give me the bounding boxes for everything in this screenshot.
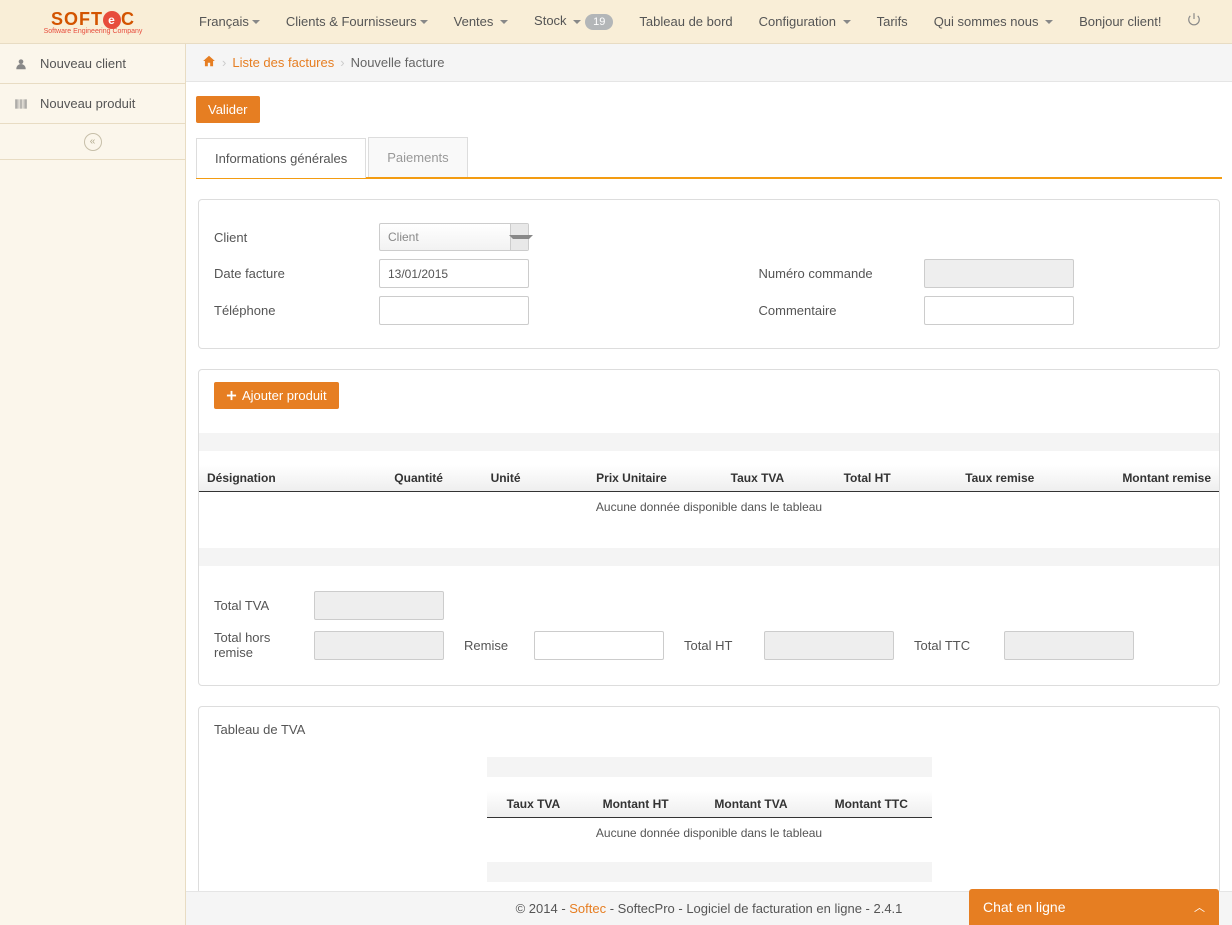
total-tva-label: Total TVA: [214, 598, 304, 613]
sidebar-nouveau-client[interactable]: Nouveau client: [0, 44, 185, 84]
col-montant-tva[interactable]: Montant TVA: [691, 791, 811, 818]
tva-title: Tableau de TVA: [199, 707, 1219, 737]
commentaire-input[interactable]: [924, 296, 1074, 325]
col-prix-unitaire[interactable]: Prix Unitaire: [529, 465, 675, 492]
col-designation[interactable]: Désignation: [199, 465, 342, 492]
nav-stock[interactable]: Stock 19: [521, 0, 626, 44]
sidebar-nouveau-produit[interactable]: Nouveau produit: [0, 84, 185, 124]
client-combobox[interactable]: Client: [379, 223, 529, 251]
products-panel: Ajouter produit Désignation Quantité Uni…: [198, 369, 1220, 686]
barcode-icon: [14, 97, 28, 111]
chat-label: Chat en ligne: [983, 899, 1066, 915]
numero-commande-label: Numéro commande: [759, 266, 924, 281]
caret-icon: [420, 20, 428, 24]
caret-icon: [843, 20, 851, 24]
total-ttc-input[interactable]: [1004, 631, 1134, 660]
total-ht-label: Total HT: [684, 638, 754, 653]
total-hors-remise-label: Total hors remise: [214, 630, 304, 660]
breadcrumb: › Liste des factures › Nouvelle facture: [186, 44, 1232, 82]
plus-icon: [226, 390, 237, 401]
main-content: › Liste des factures › Nouvelle facture …: [186, 44, 1232, 925]
sidebar: Nouveau client Nouveau produit «: [0, 44, 186, 925]
col-total-ht[interactable]: Total HT: [792, 465, 898, 492]
total-ht-input[interactable]: [764, 631, 894, 660]
remise-input[interactable]: [534, 631, 664, 660]
col-taux-tva[interactable]: Taux TVA: [675, 465, 792, 492]
col-montant-ttc[interactable]: Montant TTC: [811, 791, 931, 818]
sidebar-item-label: Nouveau produit: [40, 96, 135, 111]
client-label: Client: [214, 230, 379, 245]
products-table: Désignation Quantité Unité Prix Unitaire…: [199, 465, 1219, 522]
total-ttc-label: Total TTC: [914, 638, 994, 653]
nav-tarifs[interactable]: Tarifs: [864, 0, 921, 44]
remise-label: Remise: [464, 638, 524, 653]
logo[interactable]: SOFTeC Software Engineering Company: [0, 9, 186, 35]
nav-logout[interactable]: [1174, 0, 1214, 44]
tva-panel: Tableau de TVA Taux TVA Montant HT Monta…: [198, 706, 1220, 913]
nav-bonjour[interactable]: Bonjour client!: [1066, 0, 1174, 44]
tabs: Informations générales Paiements: [196, 137, 1222, 179]
breadcrumb-liste-factures[interactable]: Liste des factures: [232, 55, 334, 70]
date-facture-input[interactable]: [379, 259, 529, 288]
telephone-input[interactable]: [379, 296, 529, 325]
tab-informations-generales[interactable]: Informations générales: [196, 138, 366, 178]
commentaire-label: Commentaire: [759, 303, 924, 318]
nav-clients-fournisseurs[interactable]: Clients & Fournisseurs: [273, 0, 441, 44]
dropdown-icon: [510, 224, 528, 250]
logo-part2: C: [121, 9, 135, 29]
totals-section: Total TVA Total hors remise Remise Total…: [199, 566, 1219, 685]
footer-softec-link[interactable]: Softec: [569, 901, 606, 916]
nav-configuration[interactable]: Configuration: [746, 0, 864, 44]
tab-paiements[interactable]: Paiements: [368, 137, 467, 177]
nav-francais[interactable]: Français: [186, 0, 273, 44]
nav-qui-sommes-nous[interactable]: Qui sommes nous: [921, 0, 1066, 44]
col-unite[interactable]: Unité: [451, 465, 529, 492]
chevron-up-icon: ︿: [1194, 899, 1205, 915]
products-empty-row: Aucune donnée disponible dans le tableau: [199, 492, 1219, 523]
sidebar-item-label: Nouveau client: [40, 56, 126, 71]
caret-icon: [573, 20, 581, 24]
user-icon: [14, 57, 28, 71]
total-tva-input[interactable]: [314, 591, 444, 620]
form-panel: Client Client Date facture Numéro comman…: [198, 199, 1220, 349]
col-quantite[interactable]: Quantité: [342, 465, 451, 492]
col-montant-ht[interactable]: Montant HT: [580, 791, 691, 818]
telephone-label: Téléphone: [214, 303, 379, 318]
breadcrumb-sep: ›: [222, 55, 226, 70]
logo-subtitle: Software Engineering Company: [0, 28, 186, 35]
home-icon[interactable]: [202, 54, 216, 71]
valider-button[interactable]: Valider: [196, 96, 260, 123]
logo-part1: SOFT: [51, 9, 103, 29]
tva-table: Taux TVA Montant HT Montant TVA Montant …: [487, 791, 932, 848]
col-taux-tva[interactable]: Taux TVA: [487, 791, 581, 818]
breadcrumb-sep: ›: [340, 55, 344, 70]
chevron-left-icon: «: [84, 133, 102, 151]
caret-icon: [1045, 20, 1053, 24]
chat-widget[interactable]: Chat en ligne ︿: [969, 889, 1219, 925]
numero-commande-input[interactable]: [924, 259, 1074, 288]
tva-empty-row: Aucune donnée disponible dans le tableau: [487, 818, 932, 849]
breadcrumb-current: Nouvelle facture: [351, 55, 445, 70]
stock-badge: 19: [585, 14, 613, 30]
nav-ventes[interactable]: Ventes: [441, 0, 521, 44]
power-icon: [1187, 12, 1201, 26]
client-placeholder: Client: [380, 230, 510, 244]
col-taux-remise[interactable]: Taux remise: [899, 465, 1043, 492]
total-hors-remise-input[interactable]: [314, 631, 444, 660]
col-montant-remise[interactable]: Montant remise: [1042, 465, 1219, 492]
caret-icon: [252, 20, 260, 24]
date-facture-label: Date facture: [214, 266, 379, 281]
ajouter-produit-button[interactable]: Ajouter produit: [214, 382, 339, 409]
top-navbar: SOFTeC Software Engineering Company Fran…: [0, 0, 1232, 44]
nav-tableau-de-bord[interactable]: Tableau de bord: [626, 0, 745, 44]
nav-menu: Français Clients & Fournisseurs Ventes S…: [186, 0, 1222, 44]
sidebar-collapse[interactable]: «: [0, 124, 185, 160]
logo-circle: e: [103, 11, 121, 29]
caret-icon: [500, 20, 508, 24]
